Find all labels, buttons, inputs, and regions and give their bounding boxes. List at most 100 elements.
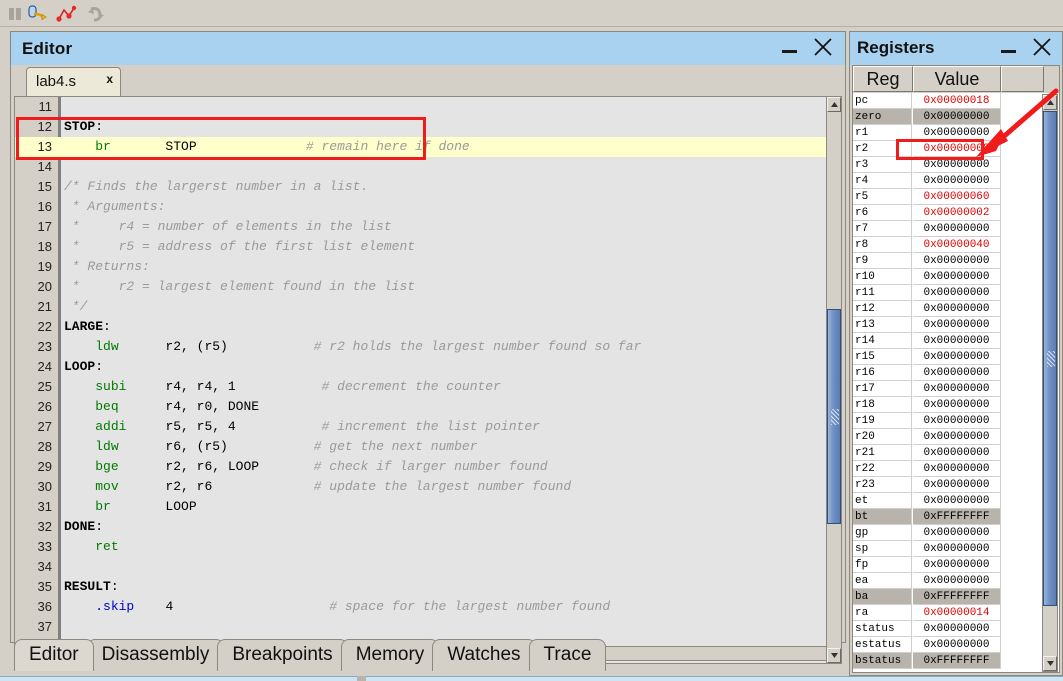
register-name: fp: [853, 557, 912, 573]
pause-icon[interactable]: [6, 5, 28, 23]
editor-file-tab[interactable]: lab4.s x: [26, 67, 121, 96]
register-row[interactable]: status 0x00000000: [853, 621, 1044, 637]
code-line[interactable]: 32 DONE:: [15, 517, 841, 537]
debug-toolbar: [0, 0, 1063, 27]
register-row[interactable]: r10 0x00000000: [853, 269, 1044, 285]
registers-vscroll-thumb[interactable]: [1043, 111, 1057, 606]
code-line[interactable]: 11: [15, 97, 841, 117]
registers-column-header-value[interactable]: Value: [913, 66, 1001, 92]
bottom-tab-memory[interactable]: Memory: [340, 639, 440, 671]
editor-vscroll-up-button[interactable]: [827, 97, 841, 112]
register-row[interactable]: r14 0x00000000: [853, 333, 1044, 349]
code-line[interactable]: 31 br LOOP: [15, 497, 841, 517]
code-line[interactable]: 28 ldw r6, (r5) # get the next number: [15, 437, 841, 457]
register-row[interactable]: r4 0x00000000: [853, 173, 1044, 189]
code-line[interactable]: 27 addi r5, r5, 4 # increment the list p…: [15, 417, 841, 437]
register-row[interactable]: r3 0x00000000: [853, 157, 1044, 173]
code-line[interactable]: 17 * r4 = number of elements in the list: [15, 217, 841, 237]
bottom-tab-editor[interactable]: Editor: [14, 639, 94, 671]
code-token: DONE: [64, 519, 96, 534]
code-line[interactable]: 16 * Arguments:: [15, 197, 841, 217]
code-line[interactable]: 12 STOP:: [15, 117, 841, 137]
register-row[interactable]: r17 0x00000000: [853, 381, 1044, 397]
register-row[interactable]: r20 0x00000000: [853, 429, 1044, 445]
code-line[interactable]: 34: [15, 557, 841, 577]
code-editor-area[interactable]: 11 12 STOP: 13 br STOP # remain here if don…: [14, 96, 842, 664]
editor-vertical-scrollbar[interactable]: [826, 96, 842, 664]
code-line[interactable]: 35 RESULT:: [15, 577, 841, 597]
code-line[interactable]: 13 br STOP # remain here if done: [15, 137, 841, 157]
editor-vscroll-down-button[interactable]: [827, 648, 841, 663]
register-row[interactable]: fp 0x00000000: [853, 557, 1044, 573]
register-row[interactable]: r22 0x00000000: [853, 461, 1044, 477]
register-row[interactable]: r7 0x00000000: [853, 221, 1044, 237]
registers-column-header-blank[interactable]: [1001, 66, 1044, 92]
editor-close-button[interactable]: [811, 35, 835, 59]
register-row[interactable]: bt 0xFFFFFFFF: [853, 509, 1044, 525]
code-line[interactable]: 29 bge r2, r6, LOOP # check if larger nu…: [15, 457, 841, 477]
bottom-tab-watches[interactable]: Watches: [432, 639, 536, 671]
register-value: 0x00000000: [913, 477, 1001, 493]
code-line[interactable]: 15 /* Finds the largerst number in a list…: [15, 177, 841, 197]
register-row[interactable]: r21 0x00000000: [853, 445, 1044, 461]
register-row[interactable]: ba 0xFFFFFFFF: [853, 589, 1044, 605]
register-row[interactable]: pc 0x00000018: [853, 93, 1044, 109]
register-row[interactable]: ra 0x00000014: [853, 605, 1044, 621]
restart-icon[interactable]: [85, 5, 107, 23]
code-line[interactable]: 22 LARGE:: [15, 317, 841, 337]
register-row[interactable]: r11 0x00000000: [853, 285, 1044, 301]
register-row[interactable]: bstatus 0xFFFFFFFF: [853, 653, 1044, 669]
register-row[interactable]: et 0x00000000: [853, 493, 1044, 509]
editor-vscroll-thumb[interactable]: [827, 309, 841, 524]
code-line[interactable]: 36 .skip 4 # space for the largest numbe…: [15, 597, 841, 617]
registers-minimize-button[interactable]: [998, 36, 1020, 58]
code-line[interactable]: 19 * Returns:: [15, 257, 841, 277]
code-line[interactable]: 33 ret: [15, 537, 841, 557]
step-over-icon[interactable]: [27, 5, 49, 23]
registers-vscroll-up-button[interactable]: [1043, 95, 1057, 110]
code-line[interactable]: 37: [15, 617, 841, 637]
register-row[interactable]: r16 0x00000000: [853, 365, 1044, 381]
code-line[interactable]: 24 LOOP:: [15, 357, 841, 377]
code-line-number: 12: [37, 119, 52, 134]
register-row[interactable]: estatus 0x00000000: [853, 637, 1044, 653]
registers-vscroll-down-button[interactable]: [1043, 656, 1057, 671]
register-row[interactable]: r2 0x00000008: [853, 141, 1044, 157]
code-line[interactable]: 23 ldw r2, (r5) # r2 holds the largest n…: [15, 337, 841, 357]
code-line[interactable]: 25 subi r4, r4, 1 # decrement the counte…: [15, 377, 841, 397]
register-row[interactable]: r19 0x00000000: [853, 413, 1044, 429]
registers-close-button[interactable]: [1030, 35, 1054, 59]
registers-vertical-scrollbar[interactable]: [1042, 94, 1058, 672]
register-row[interactable]: sp 0x00000000: [853, 541, 1044, 557]
register-row[interactable]: r6 0x00000002: [853, 205, 1044, 221]
code-line-number: 14: [37, 159, 52, 174]
bottom-tab-disassembly[interactable]: Disassembly: [86, 639, 225, 671]
bottom-tab-trace[interactable]: Trace: [528, 639, 607, 671]
register-row[interactable]: r23 0x00000000: [853, 477, 1044, 493]
bottom-tab-breakpoints[interactable]: Breakpoints: [217, 639, 348, 671]
code-line[interactable]: 18 * r5 = address of the first list elem…: [15, 237, 841, 257]
register-row[interactable]: r1 0x00000000: [853, 125, 1044, 141]
register-row[interactable]: r5 0x00000060: [853, 189, 1044, 205]
code-line-number: 22: [37, 319, 52, 334]
register-row[interactable]: gp 0x00000000: [853, 525, 1044, 541]
editor-file-tab-close-icon[interactable]: x: [106, 72, 113, 86]
register-row[interactable]: r8 0x00000040: [853, 237, 1044, 253]
code-line[interactable]: 21 */: [15, 297, 841, 317]
register-row[interactable]: r18 0x00000000: [853, 397, 1044, 413]
code-line[interactable]: 14: [15, 157, 841, 177]
register-row[interactable]: ea 0x00000000: [853, 573, 1044, 589]
registers-column-header-reg[interactable]: Reg: [853, 66, 913, 92]
code-line[interactable]: 20 * r2 = largest element found in the l…: [15, 277, 841, 297]
code-token: RESULT: [64, 579, 111, 594]
register-row[interactable]: r13 0x00000000: [853, 317, 1044, 333]
register-row[interactable]: r9 0x00000000: [853, 253, 1044, 269]
code-line[interactable]: 26 beq r4, r0, DONE: [15, 397, 841, 417]
step-into-icon[interactable]: [55, 5, 77, 23]
editor-minimize-button[interactable]: [779, 36, 801, 58]
register-row[interactable]: r12 0x00000000: [853, 301, 1044, 317]
code-line[interactable]: 30 mov r2, r6 # update the largest numbe…: [15, 477, 841, 497]
register-row[interactable]: zero 0x00000000: [853, 109, 1044, 125]
register-row[interactable]: r15 0x00000000: [853, 349, 1044, 365]
code-line-text: .skip 4 # space for the largest number f…: [64, 597, 610, 617]
